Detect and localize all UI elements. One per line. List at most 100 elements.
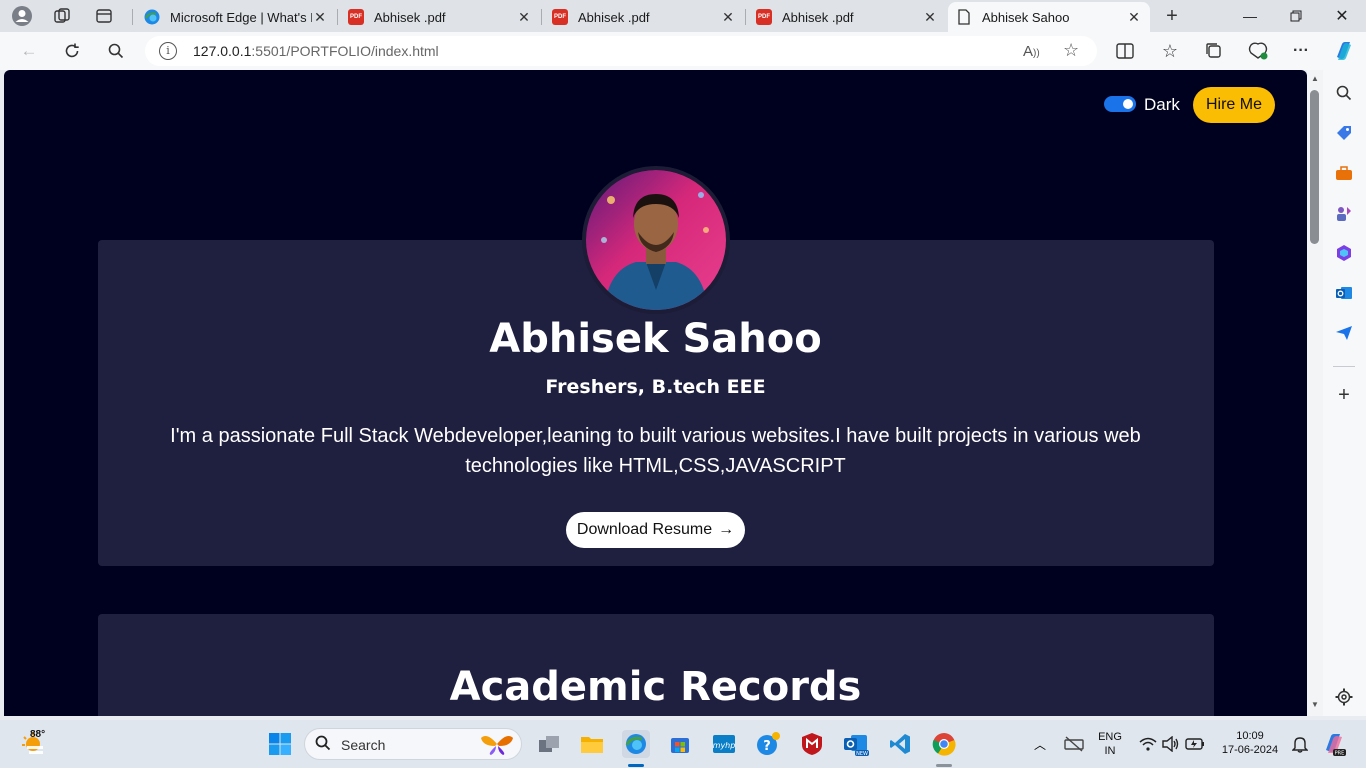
language-code: ENG xyxy=(1098,731,1122,743)
language-indicator[interactable]: ENG IN xyxy=(1094,730,1126,758)
search-placeholder: Search xyxy=(341,737,386,753)
shopping-tag-icon[interactable] xyxy=(1333,122,1355,144)
toggle-knob xyxy=(1123,99,1133,109)
new-tab-icon[interactable]: + xyxy=(1160,4,1184,28)
tab-portfolio[interactable]: Abhisek Sahoo ✕ xyxy=(948,2,1150,32)
search-icon[interactable] xyxy=(1333,82,1355,104)
theme-toggle[interactable] xyxy=(1104,96,1136,112)
favorites-icon[interactable]: ☆ xyxy=(1157,39,1183,63)
add-icon[interactable]: + xyxy=(1333,384,1355,406)
close-window-icon[interactable]: ✕ xyxy=(1322,4,1362,28)
download-resume-button[interactable]: Download Resume → xyxy=(566,512,745,548)
search-icon xyxy=(315,735,331,756)
split-screen-icon[interactable] xyxy=(1112,39,1138,63)
send-icon[interactable] xyxy=(1333,322,1355,344)
collections-icon[interactable] xyxy=(1201,39,1227,63)
edge-sidebar: + xyxy=(1323,70,1366,716)
tab-title: Abhisek .pdf xyxy=(782,9,854,25)
open-app-indicator xyxy=(936,764,952,767)
mcafee-icon[interactable] xyxy=(798,730,826,758)
page-scrollbar[interactable]: ▲ ▼ xyxy=(1307,70,1323,716)
close-icon[interactable]: ✕ xyxy=(720,9,736,26)
tab-title: Abhisek Sahoo xyxy=(982,9,1070,25)
tab-pdf-1[interactable]: PDF Abhisek .pdf ✕ xyxy=(340,2,540,32)
url-field[interactable]: i 127.0.0.1:5501/PORTFOLIO/index.html A)… xyxy=(145,36,1097,66)
refresh-icon[interactable] xyxy=(59,39,85,63)
svg-text:NEW: NEW xyxy=(856,751,868,756)
scroll-thumb[interactable] xyxy=(1310,90,1319,244)
favorite-star-icon[interactable]: ☆ xyxy=(1063,40,1079,61)
tab-title: Microsoft Edge | What's N xyxy=(170,9,312,25)
copilot-preview-icon[interactable]: PRE xyxy=(1320,730,1348,758)
chrome-icon[interactable] xyxy=(930,730,958,758)
tab-pdf-3[interactable]: PDF Abhisek .pdf ✕ xyxy=(748,2,946,32)
settings-gear-icon[interactable] xyxy=(1333,686,1355,708)
restore-icon[interactable] xyxy=(1276,4,1316,28)
windows-start-icon[interactable] xyxy=(266,730,294,758)
tab-pdf-2[interactable]: PDF Abhisek .pdf ✕ xyxy=(544,2,744,32)
pdf-icon: PDF xyxy=(552,9,568,25)
close-icon[interactable]: ✕ xyxy=(1126,9,1142,26)
weather-temp: 88° xyxy=(30,729,46,740)
site-info-icon[interactable]: i xyxy=(159,42,177,60)
sidebar-divider xyxy=(1333,366,1355,367)
pdf-icon: PDF xyxy=(756,9,772,25)
windows-taskbar: 88° Search myhp ? NEW ︿ ENG IN 10:09 17-… xyxy=(0,720,1366,768)
tools-icon[interactable] xyxy=(1333,162,1355,184)
tab-title: Abhisek .pdf xyxy=(374,9,446,25)
butterfly-icon xyxy=(479,732,515,761)
region-code: IN xyxy=(1104,745,1116,757)
help-icon[interactable]: ? xyxy=(754,730,782,758)
file-explorer-icon[interactable] xyxy=(578,730,606,758)
clock[interactable]: 10:09 17-06-2024 xyxy=(1214,729,1286,757)
active-app-indicator xyxy=(628,764,644,767)
scroll-up-icon[interactable]: ▲ xyxy=(1311,74,1319,83)
edge-taskbar-icon[interactable] xyxy=(622,730,650,758)
arrow-right-icon: → xyxy=(718,521,735,538)
hire-me-button[interactable]: Hire Me xyxy=(1193,87,1275,123)
edge-icon xyxy=(144,9,160,25)
search-icon[interactable] xyxy=(103,39,129,63)
more-options-icon[interactable]: ··· xyxy=(1288,39,1314,63)
microsoft-365-icon[interactable] xyxy=(1333,242,1355,264)
avatar xyxy=(582,166,730,314)
read-aloud-icon[interactable]: A)) xyxy=(1023,43,1040,60)
url-path: :5501/PORTFOLIO/index.html xyxy=(251,43,439,59)
games-icon[interactable] xyxy=(1333,202,1355,224)
profile-subtitle: Freshers, B.tech EEE xyxy=(545,376,766,398)
outlook-icon[interactable] xyxy=(1333,282,1355,304)
svg-text:PRE: PRE xyxy=(1335,751,1345,757)
scroll-down-icon[interactable]: ▼ xyxy=(1311,700,1319,709)
clock-date: 17-06-2024 xyxy=(1221,744,1279,756)
tab-bar: Microsoft Edge | What's N ✕ PDF Abhisek … xyxy=(0,0,1366,32)
hp-app-icon[interactable]: myhp xyxy=(710,730,738,758)
tab-title: Abhisek .pdf xyxy=(578,9,650,25)
browser-essentials-icon[interactable] xyxy=(1245,39,1271,63)
task-view-icon[interactable] xyxy=(535,730,563,758)
minimize-icon[interactable]: — xyxy=(1230,4,1270,28)
close-icon[interactable]: ✕ xyxy=(922,9,938,26)
tray-overflow-chevron-icon[interactable]: ︿ xyxy=(1026,730,1054,758)
tab-edge-whats-new[interactable]: Microsoft Edge | What's N ✕ xyxy=(136,2,336,32)
close-icon[interactable]: ✕ xyxy=(516,9,532,26)
url-host: 127.0.0.1 xyxy=(193,43,252,59)
microsoft-store-icon[interactable] xyxy=(666,730,694,758)
profile-icon[interactable] xyxy=(10,4,34,28)
battery-icon[interactable] xyxy=(1181,730,1209,758)
academic-records-title: Academic Records xyxy=(449,664,862,710)
address-bar: ← i 127.0.0.1:5501/PORTFOLIO/index.html … xyxy=(0,32,1366,70)
outlook-new-icon[interactable]: NEW xyxy=(842,730,870,758)
workspaces-icon[interactable] xyxy=(50,4,74,28)
close-icon[interactable]: ✕ xyxy=(312,9,328,26)
vscode-icon[interactable] xyxy=(886,730,914,758)
pdf-icon: PDF xyxy=(348,9,364,25)
svg-text:myhp: myhp xyxy=(713,741,736,750)
back-icon[interactable]: ← xyxy=(16,39,42,63)
vertical-tabs-icon[interactable] xyxy=(92,4,116,28)
profile-description: I'm a passionate Full Stack Webdeveloper… xyxy=(170,425,1141,477)
network-off-icon[interactable] xyxy=(1060,730,1088,758)
url-text[interactable]: 127.0.0.1:5501/PORTFOLIO/index.html xyxy=(193,43,439,59)
notifications-bell-icon[interactable] xyxy=(1286,730,1314,758)
taskbar-search[interactable]: Search xyxy=(304,728,522,760)
copilot-icon[interactable] xyxy=(1331,39,1357,63)
